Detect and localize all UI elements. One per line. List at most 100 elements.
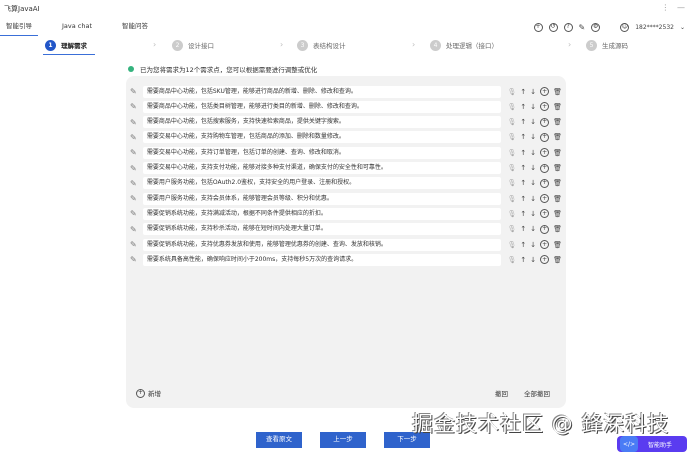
microphone-icon[interactable]: 🎙 [507, 118, 516, 126]
help-icon[interactable]: ? [563, 22, 573, 32]
chevron-down-icon[interactable]: ⌄ [680, 24, 685, 31]
edit-icon[interactable]: ✎ [130, 255, 139, 264]
window-controls[interactable]: ⋮ — [661, 3, 685, 12]
requirement-input[interactable]: 需要商品中心功能，包括类目树管理，能够进行类目的新增、删除、修改和查询。 [142, 100, 502, 113]
trash-icon[interactable]: 🗑 [553, 195, 562, 203]
arrow-up-icon[interactable]: ↑ [520, 88, 526, 96]
trash-icon[interactable]: 🗑 [553, 133, 562, 141]
user-name[interactable]: 182****2532 [635, 24, 674, 31]
arrow-down-icon[interactable]: ↓ [530, 164, 536, 172]
edit-icon[interactable]: ✎ [130, 209, 139, 218]
microphone-icon[interactable]: 🎙 [507, 133, 516, 141]
edit-icon[interactable]: ✎ [130, 87, 139, 96]
trash-icon[interactable]: 🗑 [553, 179, 562, 187]
arrow-up-icon[interactable]: ↑ [520, 133, 526, 141]
arrow-up-icon[interactable]: ↑ [520, 195, 526, 203]
trash-icon[interactable]: 🗑 [553, 103, 562, 111]
arrow-down-icon[interactable]: ↓ [530, 179, 536, 187]
requirement-input[interactable]: 需要商品中心功能，包括搜索服务，支持快速检索商品，提供关键字搜索。 [142, 116, 502, 129]
microphone-icon[interactable]: 🎙 [507, 88, 516, 96]
microphone-icon[interactable]: 🎙 [507, 164, 516, 172]
edit-icon[interactable]: ✎ [579, 23, 586, 32]
edit-icon[interactable]: ✎ [130, 225, 139, 234]
arrow-down-icon[interactable]: ↓ [530, 149, 536, 157]
add-circle-icon[interactable]: + [540, 148, 550, 158]
trash-icon[interactable]: 🗑 [553, 88, 562, 96]
edit-icon[interactable]: ✎ [130, 240, 139, 249]
requirement-input[interactable]: 需要促销系统功能，支持满减活动，根据不同条件提供相应的折扣。 [142, 207, 502, 220]
assistant-fab[interactable]: </> 智能助手 [617, 436, 687, 452]
trash-icon[interactable]: 🗑 [553, 256, 562, 264]
step-5[interactable]: 5 生成源码 [586, 38, 628, 52]
add-circle-icon[interactable]: + [540, 102, 550, 112]
edit-icon[interactable]: ✎ [130, 148, 139, 157]
tab-java-chat[interactable]: Java chat [56, 18, 98, 36]
microphone-icon[interactable]: 🎙 [507, 179, 516, 187]
arrow-down-icon[interactable]: ↓ [530, 210, 536, 218]
step-1[interactable]: 1 理解需求 [43, 38, 95, 55]
arrow-up-icon[interactable]: ↑ [520, 256, 526, 264]
arrow-down-icon[interactable]: ↓ [530, 241, 536, 249]
add-circle-icon[interactable]: + [540, 163, 550, 173]
trash-icon[interactable]: 🗑 [553, 241, 562, 249]
requirement-input[interactable]: 需要促销系统功能，支持优惠券发放和使用，能够管理优惠券的创建、查询、发放和核销。 [142, 238, 502, 251]
microphone-icon[interactable]: 🎙 [507, 210, 516, 218]
add-circle-icon[interactable]: + [540, 178, 550, 188]
arrow-up-icon[interactable]: ↑ [520, 103, 526, 111]
arrow-up-icon[interactable]: ↑ [520, 225, 526, 233]
requirement-input[interactable]: 需要商品中心功能，包括SKU管理，能够进行商品的新增、删除、修改和查询。 [142, 85, 502, 98]
trash-icon[interactable]: 🗑 [553, 225, 562, 233]
arrow-down-icon[interactable]: ↓ [530, 195, 536, 203]
arrow-down-icon[interactable]: ↓ [530, 88, 536, 96]
requirement-input[interactable]: 需要促销系统功能，支持秒杀活动，能够在短时间内处理大量订单。 [142, 223, 502, 236]
add-circle-icon[interactable]: + [540, 255, 550, 265]
user-avatar-icon[interactable]: ☺ [620, 22, 630, 32]
add-circle-icon[interactable]: + [540, 87, 550, 96]
add-circle-icon[interactable]: + [540, 224, 550, 234]
step-3[interactable]: 3 表结构设计 [297, 38, 346, 52]
arrow-down-icon[interactable]: ↓ [530, 103, 536, 111]
requirement-input[interactable]: 需要交易中心功能，支持支付功能，能够对接多种支付渠道，确保支付的安全性和可靠性。 [142, 162, 502, 174]
add-circle-icon[interactable]: + [540, 117, 550, 127]
tab-smart-guide[interactable]: 智能引导 [0, 18, 38, 36]
edit-icon[interactable]: ✎ [130, 179, 139, 188]
microphone-icon[interactable]: 🎙 [507, 149, 516, 157]
arrow-up-icon[interactable]: ↑ [520, 164, 526, 172]
prev-step-button[interactable]: 上一步 [320, 432, 366, 448]
arrow-down-icon[interactable]: ↓ [530, 133, 536, 141]
arrow-down-icon[interactable]: ↓ [530, 225, 536, 233]
arrow-up-icon[interactable]: ↑ [520, 179, 526, 187]
add-circle-icon[interactable]: + [540, 240, 550, 249]
add-circle-icon[interactable]: + [540, 132, 550, 142]
edit-icon[interactable]: ✎ [130, 194, 139, 203]
add-circle-icon[interactable]: + [540, 194, 550, 204]
arrow-up-icon[interactable]: ↑ [520, 118, 526, 126]
requirement-input[interactable]: 需要交易中心功能，支持购物车管理，包括商品的添加、删除和数量修改。 [142, 131, 502, 144]
trash-icon[interactable]: 🗑 [553, 149, 562, 157]
tab-smart-qa[interactable]: 智能问答 [116, 18, 154, 36]
requirement-input[interactable]: 需要系统具备高性能，确保响应时间小于200ms，支持每秒5万次的查询请求。 [142, 253, 502, 266]
arrow-up-icon[interactable]: ↑ [520, 149, 526, 157]
undo-all-button[interactable]: 全部撤回 [524, 388, 550, 398]
edit-icon[interactable]: ✎ [130, 102, 139, 111]
edit-icon[interactable]: ✎ [130, 164, 139, 173]
trash-icon[interactable]: 🗑 [553, 118, 562, 126]
history-icon[interactable]: ↺ [548, 22, 558, 32]
settings-icon[interactable]: ⚙ [591, 22, 601, 32]
requirement-input[interactable]: 需要用户服务功能，包括OAuth2.0鉴权，支持安全的用户登录、注册和授权。 [142, 177, 502, 190]
microphone-icon[interactable]: 🎙 [507, 256, 516, 264]
arrow-up-icon[interactable]: ↑ [520, 241, 526, 249]
microphone-icon[interactable]: 🎙 [507, 241, 516, 249]
requirement-input[interactable]: 需要用户服务功能，支持会员体系，能够管理会员等级、积分和优惠。 [142, 192, 502, 205]
arrow-down-icon[interactable]: ↓ [530, 256, 536, 264]
trash-icon[interactable]: 🗑 [553, 164, 562, 172]
add-requirement-button[interactable]: + 新增 [136, 388, 161, 398]
trash-icon[interactable]: 🗑 [553, 210, 562, 218]
step-4[interactable]: 4 处理逻辑（接口） [430, 38, 498, 52]
add-circle-icon[interactable]: + [540, 209, 550, 219]
view-button[interactable]: 查看原文 [256, 432, 302, 448]
arrow-down-icon[interactable]: ↓ [530, 118, 536, 126]
microphone-icon[interactable]: 🎙 [507, 195, 516, 203]
add-icon[interactable]: + [533, 22, 543, 32]
undo-button[interactable]: 撤回 [495, 388, 508, 398]
